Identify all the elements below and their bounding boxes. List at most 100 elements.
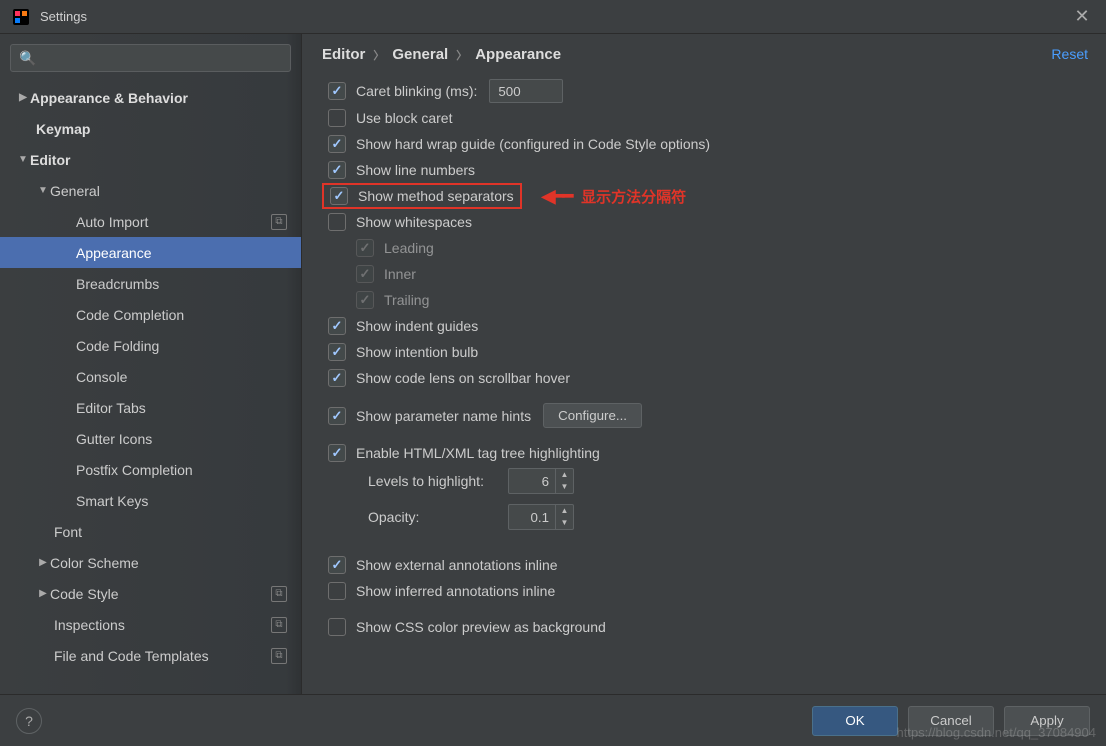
project-badge-icon: ⧉ (271, 648, 287, 664)
search-icon: 🔍 (19, 50, 36, 67)
label-block-caret: Use block caret (356, 110, 452, 126)
chevron-right-icon: 〉 (373, 47, 384, 63)
label-css-preview: Show CSS color preview as background (356, 619, 606, 635)
label-levels: Levels to highlight: (368, 473, 508, 489)
tree-appearance-behavior[interactable]: ▶Appearance & Behavior (0, 82, 301, 113)
label-code-lens: Show code lens on scrollbar hover (356, 370, 570, 386)
settings-search[interactable]: 🔍 (10, 44, 291, 72)
spinner-levels[interactable]: ▲▼ (508, 468, 574, 494)
tree-appearance[interactable]: Appearance (0, 237, 301, 268)
opt-intention-bulb: Show intention bulb (322, 339, 1086, 365)
chevron-down-icon: ▼ (36, 185, 50, 196)
close-icon[interactable]: ✕ (1070, 6, 1094, 27)
opt-leading: Leading (350, 235, 1086, 261)
tree-editor-tabs[interactable]: Editor Tabs (0, 392, 301, 423)
tree-auto-import[interactable]: Auto Import⧉ (0, 206, 301, 237)
cancel-button[interactable]: Cancel (908, 706, 994, 736)
tree-general[interactable]: ▼General (0, 175, 301, 206)
checkbox-line-numbers[interactable] (328, 161, 346, 179)
checkbox-inner (356, 265, 374, 283)
opt-hard-wrap: Show hard wrap guide (configured in Code… (322, 131, 1086, 157)
reset-link[interactable]: Reset (1051, 46, 1088, 62)
spin-up-icon[interactable]: ▲ (556, 505, 573, 517)
tree-postfix-completion[interactable]: Postfix Completion (0, 454, 301, 485)
opt-code-lens: Show code lens on scrollbar hover (322, 365, 1086, 391)
input-opacity[interactable] (509, 510, 555, 525)
input-caret-ms[interactable] (489, 79, 563, 103)
checkbox-intention-bulb[interactable] (328, 343, 346, 361)
window-title: Settings (40, 9, 87, 24)
label-leading: Leading (384, 240, 434, 256)
label-indent-guides: Show indent guides (356, 318, 478, 334)
opt-caret-blinking: Caret blinking (ms): (322, 77, 1086, 105)
checkbox-inf-annot[interactable] (328, 582, 346, 600)
apply-button[interactable]: Apply (1004, 706, 1090, 736)
breadcrumb: Editor 〉 General 〉 Appearance (322, 46, 1086, 63)
label-html-tag: Enable HTML/XML tag tree highlighting (356, 445, 600, 461)
opt-opacity: Opacity: ▲▼ (362, 502, 1086, 532)
content-panel: Editor 〉 General 〉 Appearance Reset Care… (302, 34, 1106, 694)
tree-font[interactable]: Font (0, 516, 301, 547)
checkbox-css-preview[interactable] (328, 618, 346, 636)
crumb-general[interactable]: General (392, 46, 448, 63)
label-line-numbers: Show line numbers (356, 162, 475, 178)
chevron-right-icon: ▶ (36, 588, 50, 599)
tree-inspections[interactable]: Inspections⧉ (0, 609, 301, 640)
opt-inf-annot: Show inferred annotations inline (322, 578, 1086, 604)
tree-gutter-icons[interactable]: Gutter Icons (0, 423, 301, 454)
checkbox-caret-blinking[interactable] (328, 82, 346, 100)
checkbox-ext-annot[interactable] (328, 556, 346, 574)
tree-breadcrumbs[interactable]: Breadcrumbs (0, 268, 301, 299)
configure-button[interactable]: Configure... (543, 403, 642, 428)
crumb-editor[interactable]: Editor (322, 46, 365, 63)
checkbox-method-separators[interactable] (330, 187, 348, 205)
label-param-hints: Show parameter name hints (356, 408, 531, 424)
checkbox-trailing (356, 291, 374, 309)
checkbox-hard-wrap[interactable] (328, 135, 346, 153)
tree-code-style[interactable]: ▶Code Style⧉ (0, 578, 301, 609)
tree-color-scheme[interactable]: ▶Color Scheme (0, 547, 301, 578)
opt-line-numbers: Show line numbers (322, 157, 1086, 183)
label-intention-bulb: Show intention bulb (356, 344, 478, 360)
checkbox-whitespaces[interactable] (328, 213, 346, 231)
label-inf-annot: Show inferred annotations inline (356, 583, 555, 599)
project-badge-icon: ⧉ (271, 214, 287, 230)
tree-console[interactable]: Console (0, 361, 301, 392)
chevron-right-icon: 〉 (456, 47, 467, 63)
tree-editor[interactable]: ▼Editor (0, 144, 301, 175)
ok-button[interactable]: OK (812, 706, 898, 736)
spin-down-icon[interactable]: ▼ (556, 481, 573, 493)
checkbox-block-caret[interactable] (328, 109, 346, 127)
title-bar: Settings ✕ (0, 0, 1106, 34)
label-whitespaces: Show whitespaces (356, 214, 472, 230)
opt-trailing: Trailing (350, 287, 1086, 313)
spinner-opacity[interactable]: ▲▼ (508, 504, 574, 530)
label-opacity: Opacity: (368, 509, 508, 525)
chevron-right-icon: ▶ (36, 557, 50, 568)
checkbox-param-hints[interactable] (328, 407, 346, 425)
chevron-right-icon: ▶ (16, 92, 30, 103)
settings-tree: ▶Appearance & Behavior Keymap ▼Editor ▼G… (0, 80, 301, 671)
tree-code-completion[interactable]: Code Completion (0, 299, 301, 330)
highlighted-option: Show method separators (322, 183, 522, 209)
crumb-appearance: Appearance (475, 46, 561, 63)
input-levels[interactable] (509, 474, 555, 489)
checkbox-html-tag[interactable] (328, 444, 346, 462)
search-input[interactable] (40, 51, 282, 66)
checkbox-code-lens[interactable] (328, 369, 346, 387)
tree-code-folding[interactable]: Code Folding (0, 330, 301, 361)
tree-keymap[interactable]: Keymap (0, 113, 301, 144)
chevron-down-icon: ▼ (16, 154, 30, 165)
help-button[interactable]: ? (16, 708, 42, 734)
tree-smart-keys[interactable]: Smart Keys (0, 485, 301, 516)
spin-up-icon[interactable]: ▲ (556, 469, 573, 481)
checkbox-indent-guides[interactable] (328, 317, 346, 335)
main-area: 🔍 ▶Appearance & Behavior Keymap ▼Editor … (0, 34, 1106, 694)
dialog-footer: ? OK Cancel Apply (0, 694, 1106, 746)
label-caret-blinking: Caret blinking (ms): (356, 83, 477, 99)
opt-levels: Levels to highlight: ▲▼ (362, 466, 1086, 496)
spin-down-icon[interactable]: ▼ (556, 517, 573, 529)
arrow-left-icon: ◀━━ (542, 186, 572, 207)
opt-ext-annot: Show external annotations inline (322, 552, 1086, 578)
tree-file-templates[interactable]: File and Code Templates⧉ (0, 640, 301, 671)
